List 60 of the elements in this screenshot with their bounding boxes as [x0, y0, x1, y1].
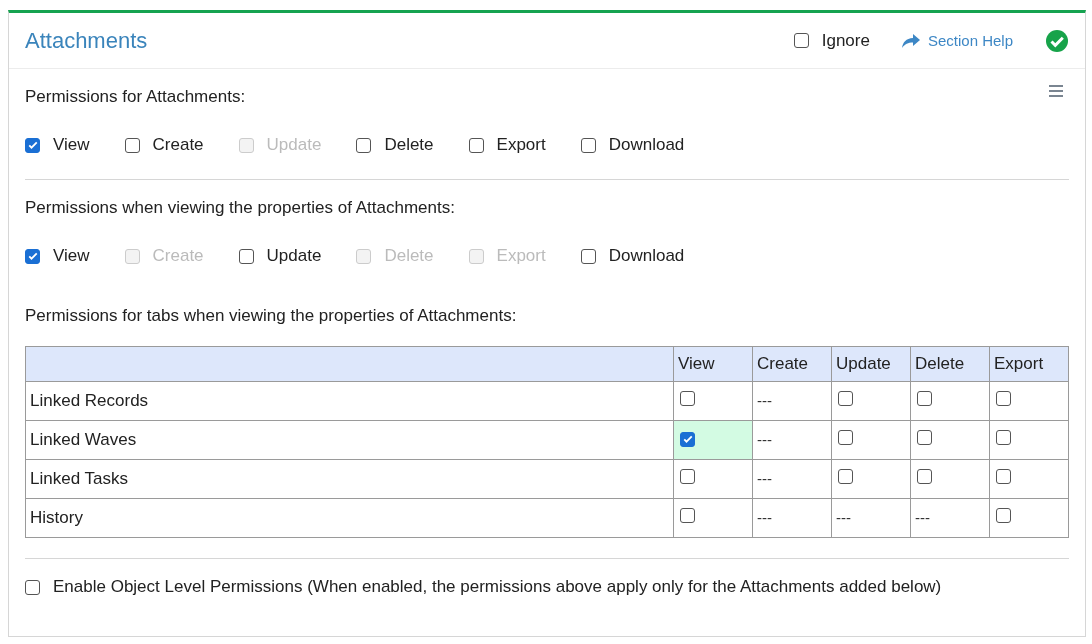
permission-label: View: [53, 135, 90, 155]
object-level-label: Enable Object Level Permissions (When enabled, the permissions above apply only for the Attachments added below): [53, 577, 942, 597]
column-header: Create: [752, 346, 832, 382]
table-checkbox[interactable]: [838, 391, 853, 406]
table-checkbox[interactable]: [917, 391, 932, 406]
permission-label: Create: [152, 246, 204, 266]
table-checkbox[interactable]: [917, 430, 932, 445]
column-header: Export: [989, 346, 1069, 382]
table-checkbox[interactable]: [838, 430, 853, 445]
permission-label: Export: [496, 135, 546, 155]
table-checkbox[interactable]: [680, 391, 695, 406]
table-checkbox[interactable]: [996, 391, 1011, 406]
permissions-heading: Permissions for Attachments:: [25, 86, 246, 107]
permission-label: Create: [152, 135, 204, 155]
permission-checkbox[interactable]: [356, 137, 372, 153]
permission-label: Delete: [384, 246, 434, 266]
table-checkbox[interactable]: [917, 469, 932, 484]
row-label-cell: History: [25, 498, 674, 538]
empty-value-text: ---: [757, 431, 772, 448]
row-label-cell: Linked Tasks: [25, 459, 674, 499]
permission-label: Download: [608, 135, 685, 155]
permission-label: Export: [496, 246, 546, 266]
permission-checkbox[interactable]: [468, 137, 484, 153]
permission-checkbox[interactable]: [25, 248, 40, 264]
row-label-cell: Linked Records: [25, 381, 674, 421]
ignore-checkbox[interactable]: [793, 33, 809, 48]
object-level-checkbox[interactable]: [25, 579, 40, 595]
ignore-label: Ignore: [821, 30, 870, 51]
row-label-cell: Linked Waves: [25, 420, 674, 460]
column-header: Update: [831, 346, 911, 382]
permission-label: Download: [608, 246, 685, 266]
permission-checkbox[interactable]: [124, 137, 140, 153]
permission-checkbox[interactable]: [580, 137, 596, 153]
section-title: Attachments: [25, 27, 148, 54]
table-checkbox[interactable]: [996, 430, 1011, 445]
permission-checkbox[interactable]: [580, 248, 596, 264]
permission-label: Delete: [384, 135, 434, 155]
permission-checkbox[interactable]: [238, 248, 254, 264]
empty-value-text: ---: [915, 509, 930, 526]
table-checkbox[interactable]: [680, 431, 695, 447]
tabs-heading: Permissions for tabs when viewing the properties of Attachments:: [25, 305, 517, 326]
permission-label: Update: [266, 246, 322, 266]
column-header: View: [673, 346, 753, 382]
table-checkbox[interactable]: [680, 508, 695, 523]
table-checkbox[interactable]: [680, 469, 695, 484]
table-checkbox[interactable]: [996, 469, 1011, 484]
table-checkbox[interactable]: [996, 508, 1011, 523]
share-arrow-icon: [901, 33, 920, 48]
empty-value-text: ---: [757, 392, 772, 409]
permissions-heading: Permissions when viewing the properties of Attachments:: [25, 197, 455, 218]
empty-value-text: ---: [757, 509, 772, 526]
permission-label: View: [53, 246, 90, 266]
menu-icon[interactable]: [1049, 85, 1063, 97]
table-checkbox[interactable]: [838, 469, 853, 484]
section-help-link[interactable]: Section Help: [927, 32, 1013, 49]
empty-value-text: ---: [757, 470, 772, 487]
permission-checkbox[interactable]: [25, 137, 40, 153]
permission-label: Update: [266, 135, 322, 155]
column-header: Delete: [910, 346, 990, 382]
empty-value-text: ---: [836, 509, 851, 526]
